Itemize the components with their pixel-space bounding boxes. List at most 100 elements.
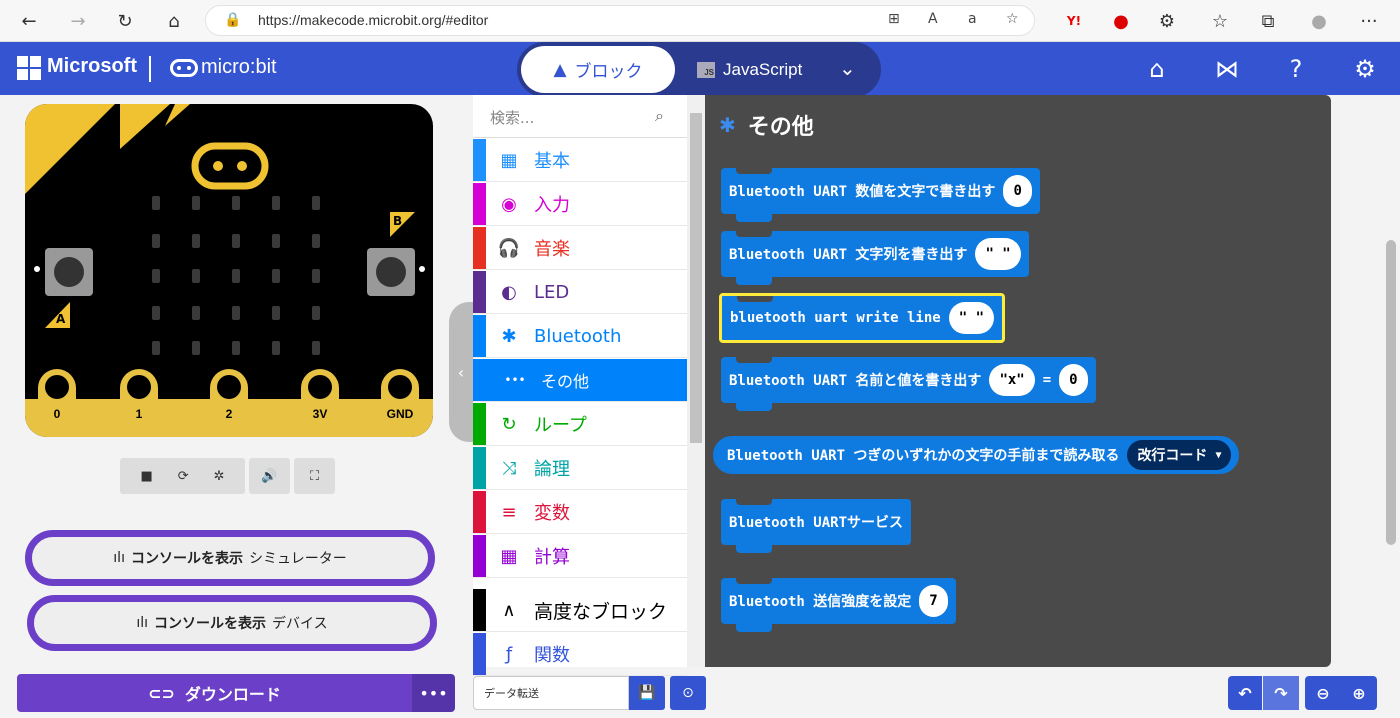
back-button[interactable]: ← <box>15 7 43 35</box>
block-uart-write-number[interactable]: Bluetooth UART 数値を文字で書き出す 0 <box>721 168 1040 222</box>
lock-icon: 🔒 <box>224 12 242 28</box>
number-input[interactable]: 7 <box>919 585 948 617</box>
download-more-button[interactable]: ••• <box>412 674 455 712</box>
category-basic[interactable]: ▦ 基本 <box>473 139 687 182</box>
help-icon[interactable]: ? <box>1281 54 1311 84</box>
toolbox-scrollbar[interactable] <box>687 95 705 667</box>
profile-avatar-icon[interactable]: ● <box>1305 7 1333 35</box>
address-bar[interactable]: 🔒 https://makecode.microbit.org/#editor … <box>205 5 1035 36</box>
name-input[interactable]: "x" <box>989 364 1035 396</box>
block-uart-write-value[interactable]: Bluetooth UART 名前と値を書き出す "x" = 0 <box>721 357 1096 411</box>
mute-sound-icon[interactable]: 🔊 <box>249 458 290 494</box>
search-input[interactable]: 検索... <box>490 107 534 128</box>
pin-0-label[interactable]: 0 <box>37 407 77 421</box>
refresh-button[interactable]: ↻ <box>111 7 139 35</box>
category-advanced[interactable]: ∧ 高度なブロック <box>473 589 687 632</box>
category-math[interactable]: ▦ 計算 <box>473 535 687 578</box>
download-button[interactable]: ⊂⊃ ダウンロード <box>17 674 412 712</box>
microsoft-brand[interactable]: Microsoft <box>47 55 137 78</box>
pin-2-label[interactable]: 2 <box>209 407 249 421</box>
category-more-selected[interactable]: ••• その他 <box>473 359 687 402</box>
debug-bug-icon[interactable]: ✲ <box>214 469 225 484</box>
home-button[interactable]: ⌂ <box>160 7 188 35</box>
translate-icon[interactable]: a <box>968 11 977 27</box>
simulator-controls: ■ ⟳ ✲ <box>120 458 245 494</box>
app-icon[interactable]: ⊞ <box>888 11 900 27</box>
share-icon[interactable]: ⋈ <box>1212 54 1242 84</box>
home-icon[interactable]: ⌂ <box>1142 54 1172 84</box>
block-uart-write-string[interactable]: Bluetooth UART 文字列を書き出す " " <box>721 231 1029 285</box>
url-text[interactable]: https://makecode.microbit.org/#editor <box>258 12 488 28</box>
tab-blocks[interactable]: ▲ ブロック <box>521 46 675 93</box>
collapse-simulator-chevron-left-icon[interactable]: ‹ <box>449 302 473 442</box>
pin-1-label[interactable]: 1 <box>119 407 159 421</box>
target-icon: ◉ <box>501 193 517 215</box>
category-functions[interactable]: ƒ 関数 <box>473 633 687 676</box>
led <box>312 234 320 248</box>
block-uart-write-line-selected[interactable]: bluetooth uart write line " " <box>719 293 1006 343</box>
category-label: 基本 <box>534 151 570 172</box>
save-icon[interactable]: 💾 <box>629 676 665 710</box>
yahoo-extension-icon[interactable]: Y! <box>1060 7 1088 35</box>
category-loops[interactable]: ↻ ループ <box>473 403 687 446</box>
read-aloud-icon[interactable]: A <box>928 11 938 27</box>
equals-sign: = <box>1042 372 1052 388</box>
show-console-device-button[interactable]: ılı コンソールを表示 デバイス <box>27 595 437 651</box>
microbit-simulator[interactable]: A B 0 1 2 3V GND <box>25 104 433 437</box>
block-uart-read-until[interactable]: Bluetooth UART つぎのいずれかの文字の手前まで読み取る 改行コード… <box>713 436 1240 474</box>
category-logic[interactable]: ⤨ 論理 <box>473 447 687 490</box>
block-label: Bluetooth UART 数値を文字で書き出す <box>729 184 996 200</box>
microbit-logo-icon[interactable] <box>170 59 198 77</box>
favorite-add-icon[interactable]: ☆ <box>1006 11 1019 27</box>
value-input[interactable]: 0 <box>1059 364 1088 396</box>
block-label: Bluetooth UART 名前と値を書き出す <box>729 373 982 389</box>
category-variables[interactable]: ≡ 変数 <box>473 491 687 534</box>
flyout-title: ✱ その他 <box>719 109 814 141</box>
pin-gnd-label[interactable]: GND <box>380 407 420 421</box>
led <box>152 269 160 283</box>
extension-red-icon[interactable]: ● <box>1107 7 1135 35</box>
string-input[interactable]: " " <box>975 238 1021 270</box>
toolbox-search[interactable]: 検索... ⌕ <box>473 95 687 138</box>
category-input[interactable]: ◉ 入力 <box>473 183 687 226</box>
category-led[interactable]: ◐ LED <box>473 271 687 314</box>
pin-3v-label[interactable]: 3V <box>300 407 340 421</box>
led <box>272 269 280 283</box>
zoom-out-icon[interactable]: ⊖ <box>1305 676 1341 710</box>
browser-menu-button[interactable]: ··· <box>1355 7 1383 35</box>
block-uart-service[interactable]: Bluetooth UARTサービス <box>721 499 912 553</box>
project-name-input[interactable]: データ転送 <box>473 676 629 710</box>
forward-button[interactable]: → <box>64 7 92 35</box>
number-input[interactable]: 0 <box>1003 175 1032 207</box>
category-music[interactable]: 🎧 音楽 <box>473 227 687 270</box>
favorites-icon[interactable]: ☆ <box>1206 7 1234 35</box>
block-set-transmit-power[interactable]: Bluetooth 送信強度を設定 7 <box>721 578 956 632</box>
redo-icon[interactable]: ↷ <box>1263 676 1299 710</box>
category-bluetooth[interactable]: ✱ Bluetooth <box>473 315 687 358</box>
stop-icon[interactable]: ■ <box>140 469 152 484</box>
restart-icon[interactable]: ⟳ <box>178 469 189 484</box>
workspace-scrollbar[interactable] <box>1386 240 1396 545</box>
toolbox-scroll-thumb[interactable] <box>690 113 702 443</box>
category-label: 入力 <box>534 195 570 216</box>
chevron-down-icon[interactable]: ⌄ <box>839 56 856 80</box>
button-a[interactable] <box>45 248 93 296</box>
microbit-brand[interactable]: micro:bit <box>201 56 277 79</box>
collections-icon[interactable]: ⧉ <box>1254 7 1282 35</box>
show-console-simulator-button[interactable]: ılı コンソールを表示 シミュレーター <box>25 530 435 586</box>
extensions-icon[interactable]: ⚙ <box>1153 7 1181 35</box>
github-icon[interactable]: ⊙ <box>670 676 706 710</box>
pin-holes <box>38 369 419 437</box>
settings-gear-icon[interactable]: ⚙ <box>1350 54 1380 84</box>
search-icon[interactable]: ⌕ <box>655 106 664 126</box>
tab-javascript[interactable]: JS JavaScript <box>697 46 802 93</box>
block-label: Bluetooth UART つぎのいずれかの文字の手前まで読み取る <box>727 448 1120 464</box>
button-b[interactable] <box>367 248 415 296</box>
microsoft-logo-icon[interactable] <box>17 56 41 80</box>
fullscreen-icon[interactable]: ⛶ <box>294 458 335 494</box>
led <box>192 341 200 355</box>
delimiter-dropdown[interactable]: 改行コード ▼ <box>1127 440 1232 470</box>
zoom-in-icon[interactable]: ⊕ <box>1341 676 1377 710</box>
string-input[interactable]: " " <box>948 302 995 334</box>
undo-icon[interactable]: ↶ <box>1228 676 1262 710</box>
